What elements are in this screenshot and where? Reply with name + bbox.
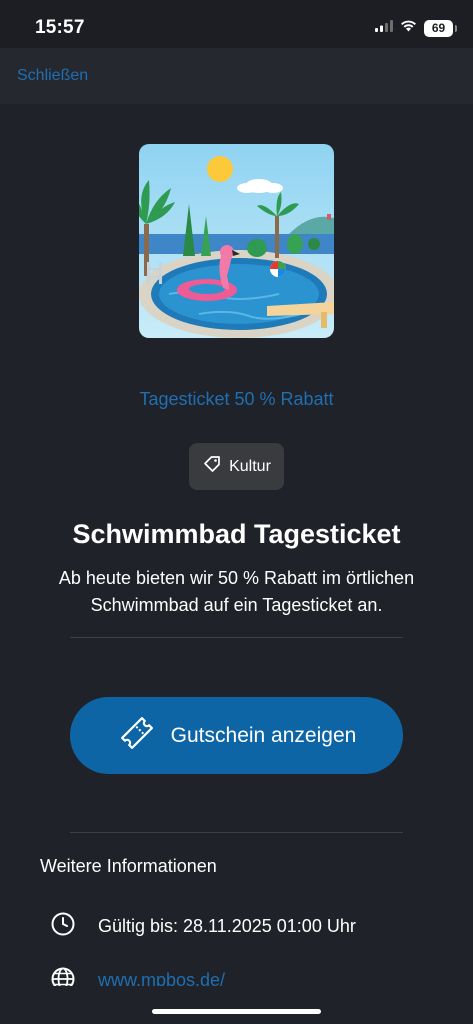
globe-icon	[50, 966, 76, 986]
cellular-signal-icon	[375, 19, 393, 37]
offer-description: Ab heute bieten wir 50 % Rabatt im örtli…	[58, 568, 415, 615]
valid-until-row: Gültig bis: 28.11.2025 01:00 Uhr	[50, 911, 356, 942]
divider	[70, 637, 403, 638]
hero-image	[139, 144, 334, 338]
home-indicator[interactable]	[152, 1009, 321, 1014]
divider	[70, 832, 403, 833]
status-time: 15:57	[35, 17, 85, 38]
show-voucher-label: Gutschein anzeigen	[170, 723, 357, 747]
category-tag: Kultur	[189, 443, 284, 490]
tag-label: Kultur	[229, 457, 271, 475]
battery-icon: 69	[424, 19, 457, 37]
tag-icon	[202, 454, 222, 479]
close-button[interactable]: Schließen	[17, 67, 88, 85]
more-info-heading: Weitere Informationen	[40, 856, 217, 876]
status-icons: 69	[375, 19, 457, 37]
wifi-icon	[400, 19, 417, 37]
clock-icon	[50, 911, 76, 942]
show-voucher-button[interactable]: Gutschein anzeigen	[70, 697, 403, 774]
website-link[interactable]: www.mpbos.de/	[98, 970, 225, 986]
offer-title: Schwimmbad Tagesticket	[72, 519, 401, 549]
status-bar: 15:57 69	[0, 0, 473, 48]
valid-until-text: Gültig bis: 28.11.2025 01:00 Uhr	[98, 916, 356, 936]
offer-category: Tagesticket 50 % Rabatt	[139, 389, 334, 409]
ticket-icon	[117, 713, 157, 758]
nav-bar: Schließen	[0, 48, 473, 104]
website-row[interactable]: www.mpbos.de/	[50, 966, 225, 986]
